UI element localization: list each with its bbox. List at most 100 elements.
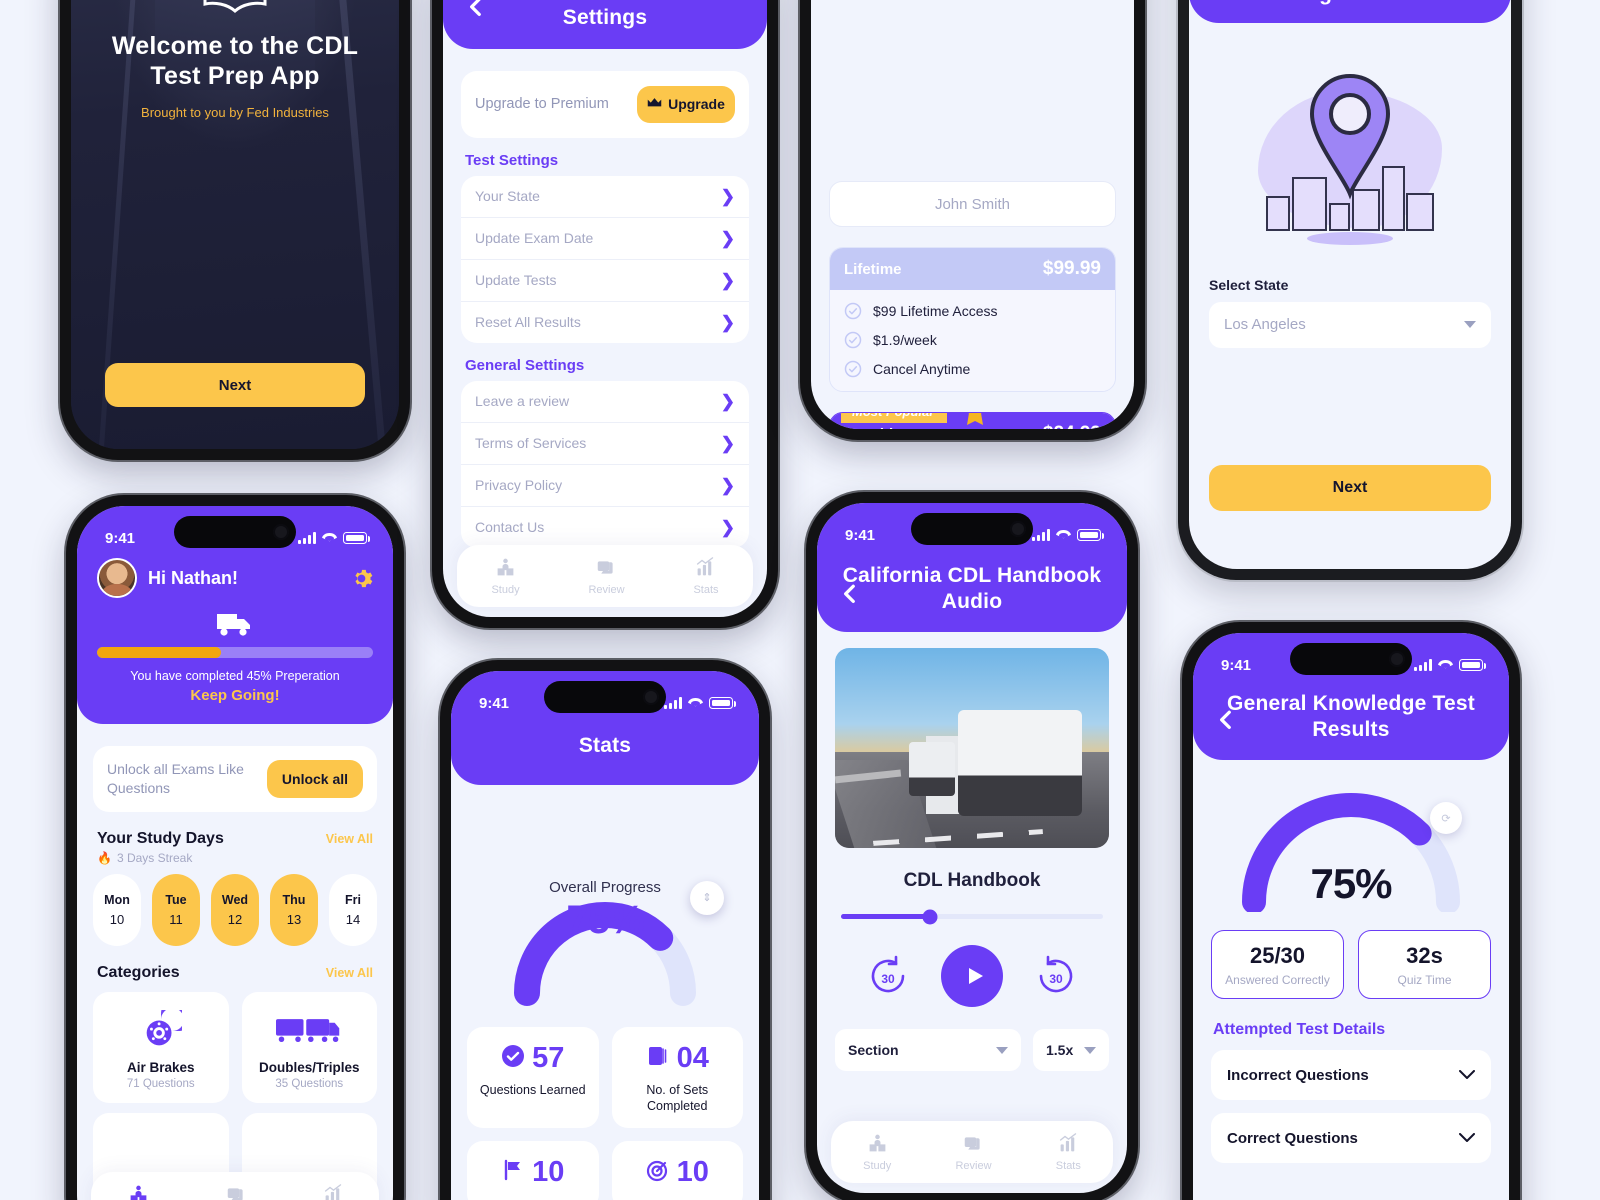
onboarding-next-button[interactable]: Next	[105, 363, 365, 407]
forward-30-icon[interactable]: 30	[1033, 953, 1079, 999]
study-day-wed[interactable]: Wed 12	[211, 874, 259, 946]
gauge-handle[interactable]: ⇕	[690, 880, 724, 915]
settings-row-leave-a-review[interactable]: Leave a review ❯	[461, 381, 749, 422]
location-next-button[interactable]: Next	[1209, 465, 1491, 511]
plan-card-lifetime[interactable]: Lifetime $99.99 $99 Lifetime Access $1.9/…	[829, 247, 1116, 392]
gear-icon[interactable]	[350, 567, 373, 590]
tab-study[interactable]: Study	[124, 1184, 152, 1200]
select-state-dropdown[interactable]: Los Angeles	[1209, 301, 1491, 348]
result-value: 25/30	[1249, 943, 1306, 969]
onboarding-title: Welcome to the CDL Test Prep App	[111, 32, 359, 90]
wifi-icon	[1056, 530, 1071, 541]
chevron-right-icon: ❯	[720, 391, 735, 411]
section-select[interactable]: Section	[835, 1029, 1021, 1072]
gauge-value: 75%	[566, 897, 644, 942]
plan-feature-label: $1.9/week	[873, 332, 937, 348]
study-day-fri[interactable]: Fri 14	[329, 874, 377, 946]
streak-row: 🔥 3 Days Streak	[97, 851, 373, 865]
handbook-cover-image	[835, 648, 1109, 849]
upgrade-button-label: Upgrade	[668, 96, 725, 113]
categories-heading: Categories	[97, 964, 180, 981]
unlock-all-button[interactable]: Unlock all	[267, 760, 363, 798]
settings-row-privacy-policy[interactable]: Privacy Policy ❯	[461, 463, 749, 506]
plan-name: Monthly	[844, 426, 902, 430]
settings-row-label: Contact Us	[475, 519, 545, 536]
study-day-mon[interactable]: Mon 10	[93, 874, 141, 946]
name-field[interactable]: John Smith	[829, 181, 1116, 227]
study-days-list: Mon 10 Tue 11 Wed 12 Thu 13 Fri 14	[93, 874, 377, 946]
chevron-left-icon[interactable]	[1213, 707, 1239, 733]
tab-review[interactable]: Review	[218, 1184, 254, 1200]
chevron-right-icon: ❯	[720, 270, 735, 290]
paywall-screen: John Smith Lifetime $99.99 $99 Lifetime …	[811, 0, 1134, 429]
settings-row-label: Privacy Policy	[475, 477, 563, 494]
tab-review[interactable]: Review	[955, 1133, 992, 1172]
check-circle-icon	[844, 331, 862, 349]
onboarding-subtitle: Brought to you by Fed Industries	[141, 105, 329, 120]
seek-thumb[interactable]	[922, 909, 938, 925]
category-card-doubles-triples[interactable]: Doubles/Triples 35 Questions	[241, 992, 377, 1103]
stat-label: Questions Learned	[479, 1082, 586, 1097]
settings-row-update-exam-date[interactable]: Update Exam Date ❯	[461, 216, 749, 259]
accordion-incorrect-questions[interactable]: Incorrect Questions	[1211, 1050, 1491, 1101]
speed-select[interactable]: 1.5x	[1033, 1029, 1109, 1072]
test-settings-heading: Test Settings	[465, 151, 559, 169]
wifi-icon	[688, 698, 703, 709]
result-card-answered-correctly: 25/30 Answered Correctly	[1211, 930, 1344, 1000]
gauge-handle[interactable]: ⟳	[1430, 802, 1462, 835]
settings-header: Settings	[443, 0, 767, 49]
settings-row-contact-us[interactable]: Contact Us ❯	[461, 505, 749, 548]
plan-card-monthly[interactable]: Most Popular Monthly $24.99 3 day trial$…	[829, 412, 1116, 429]
phone-home: 9:41 Hi Nathan! You have completed 45% P…	[66, 495, 404, 1200]
chevron-down-icon	[1464, 321, 1476, 329]
settings-row-reset-all-results[interactable]: Reset All Results ❯	[461, 300, 749, 343]
most-popular-badge: Most Popular	[841, 413, 948, 423]
audio-seek-slider[interactable]	[841, 909, 1103, 925]
book-reader-icon	[867, 1133, 888, 1157]
page-title: General Knowledge Test Results	[1227, 692, 1475, 741]
tab-stats[interactable]: Stats	[1056, 1132, 1081, 1172]
rewind-30-icon[interactable]: 30	[865, 953, 911, 999]
stats-screen: 9:41 Stats Overall Progress 75% ⇕ 57 Que…	[451, 671, 759, 1200]
categories-view-all[interactable]: View All	[326, 966, 373, 980]
tab-stats[interactable]: Stats	[693, 556, 719, 596]
upgrade-button[interactable]: Upgrade	[637, 85, 735, 123]
tab-review[interactable]: Review	[588, 557, 625, 596]
status-time: 9:41	[845, 526, 876, 544]
review-cards-icon	[963, 1133, 984, 1157]
chevron-left-icon[interactable]	[837, 580, 863, 606]
tab-label: Review	[588, 583, 625, 596]
tab-label: Study	[863, 1159, 892, 1172]
accordion-correct-questions[interactable]: Correct Questions	[1211, 1113, 1491, 1164]
check-circle-icon	[844, 302, 862, 320]
avatar[interactable]	[97, 558, 137, 598]
category-card-air-brakes[interactable]: Air Brakes 71 Questions	[93, 992, 229, 1103]
location-header: taking the exam	[1189, 0, 1511, 23]
chevron-right-icon: ❯	[720, 312, 735, 332]
preparation-progress-bar	[97, 647, 373, 658]
play-button[interactable]	[941, 945, 1003, 1008]
study-days-view-all[interactable]: View All	[326, 832, 373, 846]
settings-row-terms-of-services[interactable]: Terms of Services ❯	[461, 421, 749, 464]
bar-chart-icon	[1058, 1132, 1079, 1157]
study-day-tue[interactable]: Tue 11	[152, 874, 200, 946]
audio-selects: Section 1.5x	[835, 1029, 1109, 1072]
tab-study[interactable]: Study	[863, 1133, 891, 1172]
tab-study[interactable]: Study	[491, 557, 520, 596]
check-circle-icon	[501, 1044, 525, 1073]
chevron-down-icon	[1084, 1046, 1096, 1054]
tab-stats[interactable]: Stats	[321, 1183, 346, 1200]
double-trailer-icon	[250, 1008, 370, 1054]
chevron-left-icon[interactable]	[463, 0, 489, 20]
audio-screen: 9:41 California CDL Handbook Audio CDL H…	[817, 503, 1127, 1193]
track-title: CDL Handbook	[903, 870, 1041, 892]
study-day-thu[interactable]: Thu 13	[270, 874, 318, 946]
phone-test-results: 9:41 General Knowledge Test Results 75% …	[1182, 622, 1520, 1200]
bar-chart-icon	[323, 1183, 344, 1200]
score-gauge: 75% ⟳	[1236, 788, 1466, 915]
settings-row-your-state[interactable]: Your State ❯	[461, 176, 749, 217]
cellular-signal-icon	[298, 532, 316, 544]
check-circle-icon	[844, 360, 862, 378]
dynamic-island	[174, 516, 296, 548]
settings-row-update-tests[interactable]: Update Tests ❯	[461, 258, 749, 301]
